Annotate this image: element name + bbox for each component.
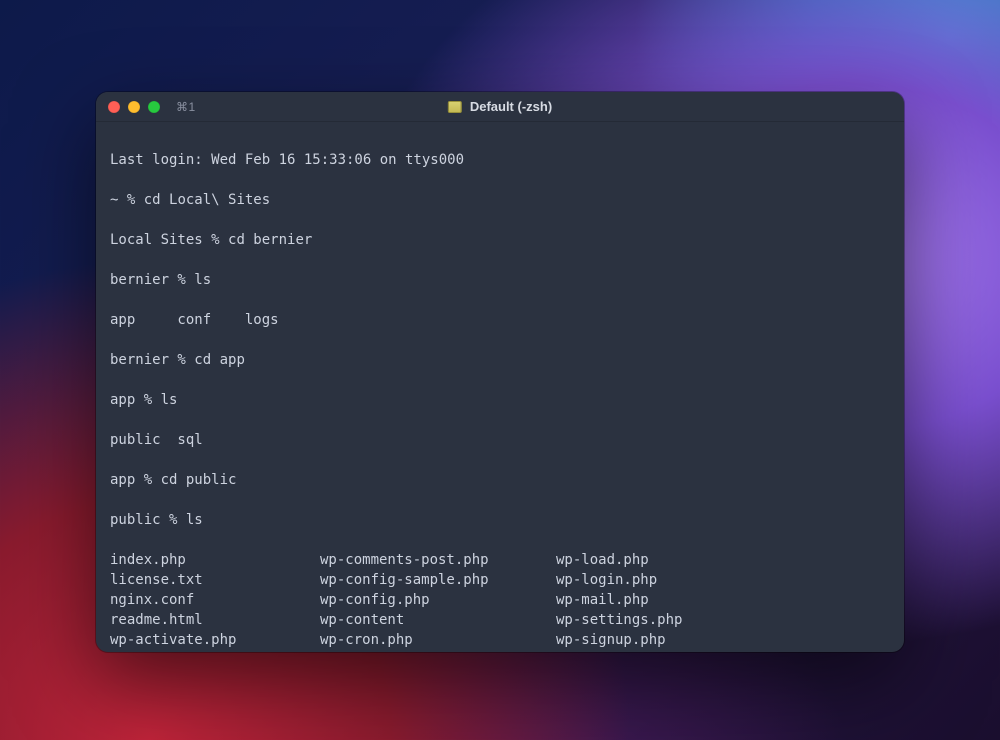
ls-item: index.php — [110, 550, 320, 570]
terminal-window: ⌘1 Default (-zsh) Last login: Wed Feb 16… — [96, 92, 904, 652]
traffic-lights — [108, 101, 160, 113]
ls-item: wp-content — [320, 610, 556, 630]
ls-output-grid: index.phpwp-comments-post.phpwp-load.php… — [110, 550, 890, 652]
prompt-line: public % ls — [110, 510, 890, 530]
ls-item: nginx.conf — [110, 590, 320, 610]
last-login-line: Last login: Wed Feb 16 15:33:06 on ttys0… — [110, 150, 890, 170]
ls-item: readme.html — [110, 610, 320, 630]
prompt-line: Local Sites % cd bernier — [110, 230, 890, 250]
profile-icon — [448, 101, 462, 113]
ls-item: wp-settings.php — [556, 610, 890, 630]
ls-item: wp-config.php — [320, 590, 556, 610]
tab-shortcut-label: ⌘1 — [176, 100, 196, 114]
prompt-line: bernier % ls — [110, 270, 890, 290]
window-title-text: Default (-zsh) — [470, 99, 552, 114]
minimize-icon[interactable] — [128, 101, 140, 113]
window-title: Default (-zsh) — [448, 99, 552, 114]
titlebar[interactable]: ⌘1 Default (-zsh) — [96, 92, 904, 122]
close-icon[interactable] — [108, 101, 120, 113]
prompt-line: bernier % cd app — [110, 350, 890, 370]
ls-item: wp-config-sample.php — [320, 570, 556, 590]
ls-item: license.txt — [110, 570, 320, 590]
ls-item: wp-includes — [320, 650, 556, 652]
ls-output: public sql — [110, 430, 890, 450]
prompt-line: ~ % cd Local\ Sites — [110, 190, 890, 210]
ls-item: wp-cron.php — [320, 630, 556, 650]
ls-item: wp-load.php — [556, 550, 890, 570]
ls-item: wp-comments-post.php — [320, 550, 556, 570]
ls-item: wp-activate.php — [110, 630, 320, 650]
prompt-line: app % ls — [110, 390, 890, 410]
ls-output: app conf logs — [110, 310, 890, 330]
ls-item: wp-login.php — [556, 570, 890, 590]
maximize-icon[interactable] — [148, 101, 160, 113]
ls-item: wp-mail.php — [556, 590, 890, 610]
prompt-line: app % cd public — [110, 470, 890, 490]
ls-item: wp-trackback.php — [556, 650, 890, 652]
ls-item: wp-signup.php — [556, 630, 890, 650]
ls-item: wp-admin — [110, 650, 320, 652]
terminal-output[interactable]: Last login: Wed Feb 16 15:33:06 on ttys0… — [96, 122, 904, 652]
